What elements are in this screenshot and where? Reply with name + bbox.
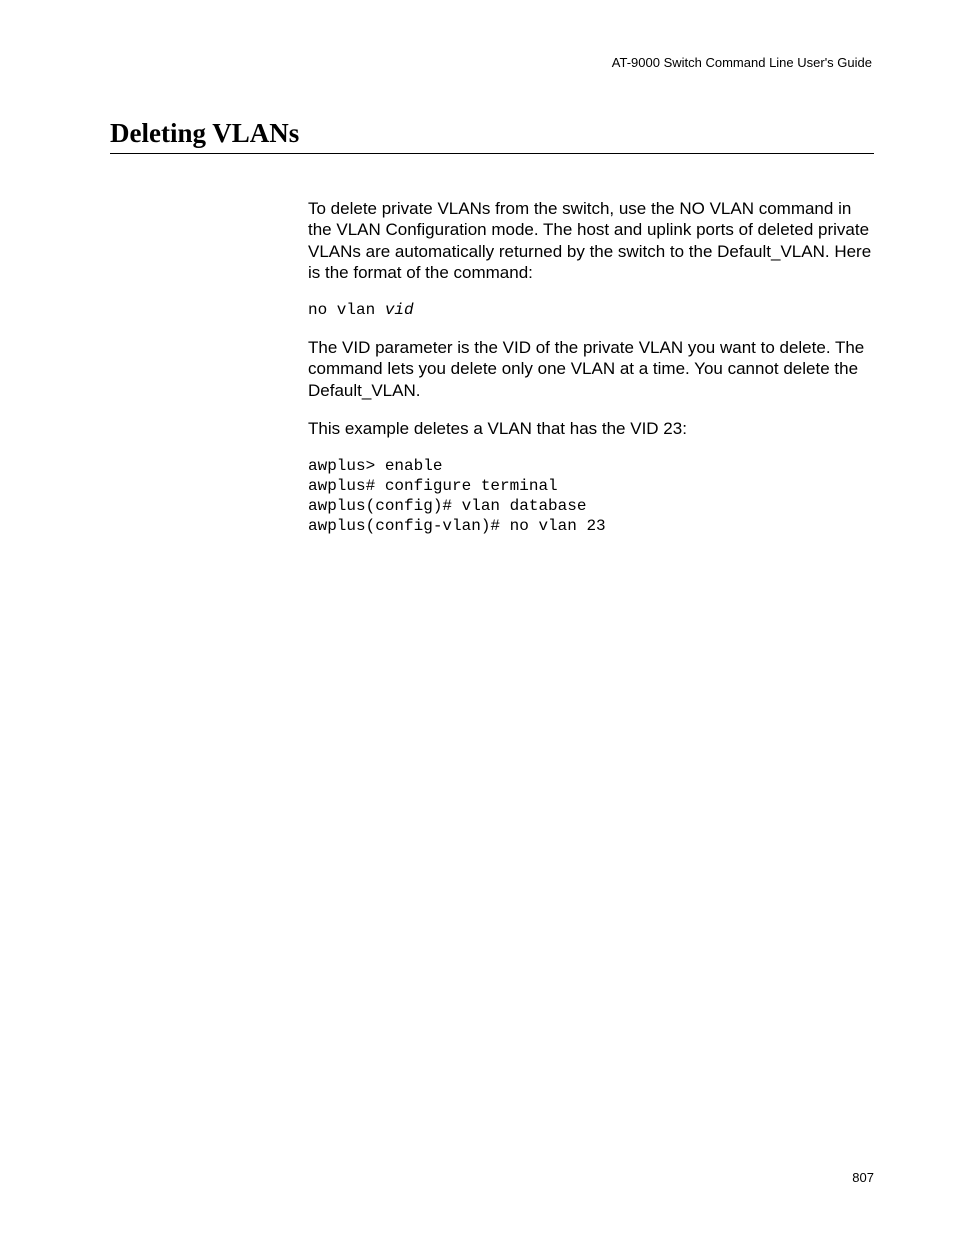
command-format: no vlan vid: [308, 300, 874, 320]
content-area: To delete private VLANs from the switch,…: [308, 198, 874, 536]
page-number: 807: [852, 1170, 874, 1185]
command-param: vid: [385, 301, 414, 319]
command-example: awplus> enable awplus# configure termina…: [308, 456, 874, 536]
section-title: Deleting VLANs: [110, 118, 874, 149]
guide-title: AT-9000 Switch Command Line User's Guide: [612, 55, 872, 70]
paragraph-vid: The VID parameter is the VID of the priv…: [308, 337, 874, 401]
paragraph-example-intro: This example deletes a VLAN that has the…: [308, 418, 874, 439]
command-prefix: no vlan: [308, 301, 385, 319]
paragraph-intro: To delete private VLANs from the switch,…: [308, 198, 874, 283]
page-header: AT-9000 Switch Command Line User's Guide: [110, 55, 874, 70]
page-container: AT-9000 Switch Command Line User's Guide…: [0, 0, 954, 576]
title-rule: [110, 153, 874, 154]
